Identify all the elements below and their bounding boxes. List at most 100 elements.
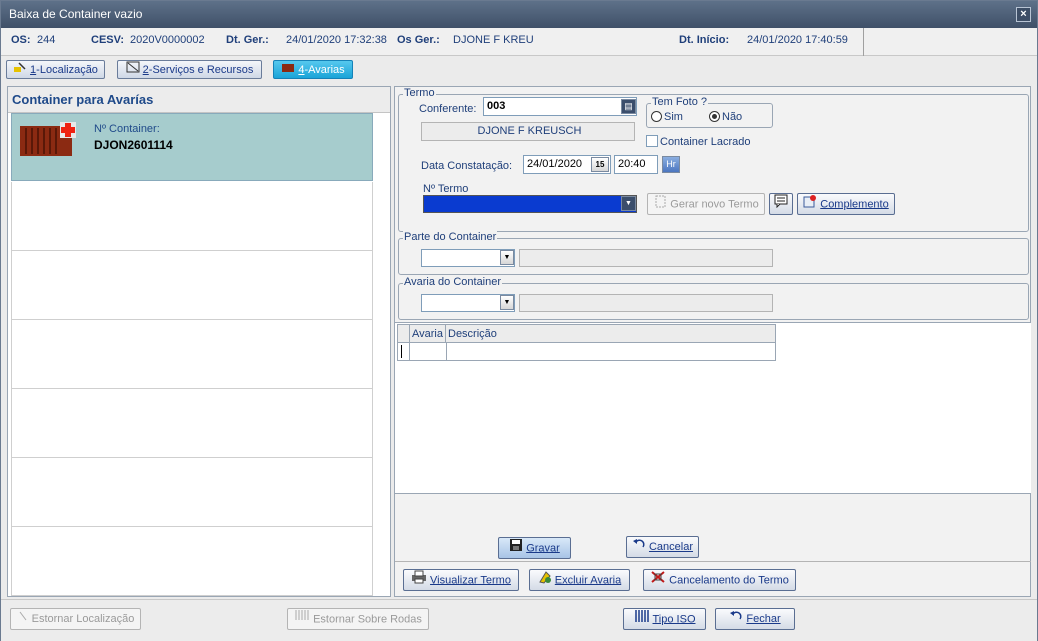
nr-termo-select[interactable] (423, 195, 637, 213)
container-list-header: Container para Avarías (8, 87, 390, 113)
container-icon (281, 61, 295, 79)
nr-termo-dropdown-icon[interactable]: ▼ (621, 196, 636, 211)
complemento-button[interactable]: Complemento (797, 193, 895, 215)
list-item (11, 182, 373, 251)
visualizar-termo-label: Visualizar Termo (430, 574, 511, 587)
tools-icon (126, 61, 140, 79)
tab-servicos-label: -Serviços e Recursos (148, 63, 254, 76)
complemento-label: Complemento (820, 198, 889, 211)
conferente-input[interactable]: 003 (483, 97, 637, 116)
comment-icon (774, 194, 788, 211)
estornar-rodas-button[interactable]: Estornar Sobre Rodas (287, 608, 429, 630)
save-icon (509, 538, 523, 559)
nao-label: Não (722, 111, 743, 123)
dtger-label: Dt. Ger.: (226, 34, 269, 46)
list-item (11, 251, 373, 320)
comment-button[interactable] (769, 193, 793, 215)
avaria-description (519, 294, 773, 312)
delete-icon (538, 570, 552, 591)
hora-input[interactable]: 20:40 (614, 155, 658, 174)
container-lacrado-checkbox[interactable] (646, 135, 658, 147)
conferente-label: Conferente: (419, 103, 477, 115)
grid-col-avaria[interactable]: Avaria (410, 325, 446, 343)
undo-icon (632, 537, 646, 557)
tab-localizacao-label: -Localização (36, 63, 98, 76)
window-title: Baixa de Container vazio (9, 7, 143, 21)
grid-row-divider (446, 343, 447, 360)
undo-icon (17, 609, 29, 629)
estornar-rodas-label: Estornar Sobre Rodas (313, 613, 422, 626)
os-value: 244 (37, 34, 56, 46)
sim-radio[interactable] (651, 111, 662, 122)
new-document-icon (653, 194, 667, 215)
container-list-panel: Container para Avarías Nº Container: DJO… (7, 86, 391, 597)
avaria-dropdown-icon[interactable]: ▼ (500, 295, 514, 310)
barcode-icon (634, 609, 650, 630)
container-number: DJON2601114 (94, 138, 173, 152)
damaged-container-icon (20, 120, 80, 163)
bottom-bar: Estornar Localização Estornar Sobre Roda… (1, 599, 1037, 641)
tipo-iso-button[interactable]: Tipo ISO (623, 608, 706, 630)
cancelar-label: Cancelar (648, 541, 694, 553)
cancelar-button[interactable]: Cancelar (626, 536, 699, 558)
dtger-value: 24/01/2020 17:32:38 (286, 34, 387, 46)
tab-servicos[interactable]: 2-Serviços e Recursos (117, 60, 262, 79)
excluir-avaria-button[interactable]: Excluir Avaria (529, 569, 630, 591)
gravar-button[interactable]: Gravar (498, 537, 571, 559)
hora-button[interactable]: Hr (662, 156, 680, 173)
termo-group-title: Termo (403, 87, 436, 99)
avaria-form-panel: Termo Conferente: 003 ▤ DJONE F KREUSCH … (394, 86, 1031, 597)
tipo-iso-label: Tipo ISO (652, 613, 696, 626)
tem-foto-title: Tem Foto ? (651, 96, 709, 108)
container-number-label: Nº Container: (94, 123, 160, 135)
gravar-label: Gravar (526, 542, 560, 555)
actions-divider (395, 561, 1031, 562)
sim-label: Sim (664, 111, 683, 123)
gerar-novo-termo-label: Gerar novo Termo (670, 198, 759, 211)
nao-radio[interactable] (709, 111, 720, 122)
list-item (11, 458, 373, 527)
grid-table: Avaria Descrição (397, 324, 776, 361)
undo-icon (729, 609, 743, 629)
complemento-icon (803, 194, 817, 215)
dtinicio-value: 24/01/2020 17:40:59 (747, 34, 848, 46)
grid-col-descricao[interactable]: Descrição (446, 325, 775, 343)
cancelamento-termo-label: Cancelamento do Termo (669, 574, 789, 587)
parte-dropdown-icon[interactable]: ▼ (500, 250, 514, 265)
osger-label: Os Ger.: (397, 34, 440, 46)
os-label: OS: (11, 34, 31, 46)
nr-termo-label: Nº Termo (423, 183, 469, 195)
cesv-label: CESV: (91, 34, 125, 46)
info-bar: OS: 244 CESV: 2020V0000002 Dt. Ger.: 24/… (1, 28, 1037, 56)
parte-group: Parte do Container ▼ (398, 231, 1029, 275)
gerar-novo-termo-button[interactable]: Gerar novo Termo (647, 193, 765, 215)
tab-avarias-label: -Avarias (304, 63, 345, 76)
cesv-value: 2020V0000002 (130, 34, 205, 46)
title-bar: Baixa de Container vazio × (1, 1, 1037, 28)
fechar-button[interactable]: Fechar (715, 608, 795, 630)
info-divider (863, 28, 864, 56)
cancelamento-termo-button[interactable]: Cancelamento do Termo (643, 569, 796, 591)
container-card[interactable]: Nº Container: DJON2601114 (11, 113, 373, 181)
parte-description (519, 249, 773, 267)
tab-avarias[interactable]: 4-Avarias (273, 60, 353, 79)
fechar-label: Fechar (746, 613, 781, 625)
avaria-group-title: Avaria do Container (403, 276, 503, 288)
pin-icon (13, 61, 27, 79)
list-item (11, 527, 373, 596)
printer-icon (411, 570, 427, 591)
estornar-localizacao-button[interactable]: Estornar Localização (10, 608, 141, 630)
conferente-lookup-button[interactable]: ▤ (621, 99, 636, 114)
parte-group-title: Parte do Container (403, 231, 498, 243)
close-button[interactable]: × (1016, 7, 1031, 22)
cancel-document-icon (650, 570, 666, 591)
excluir-avaria-label: Excluir Avaria (554, 574, 622, 587)
list-item (11, 320, 373, 389)
calendar-icon[interactable]: 15 (591, 157, 609, 172)
visualizar-termo-button[interactable]: Visualizar Termo (403, 569, 519, 591)
tem-foto-group: Tem Foto ? Sim Não (646, 96, 773, 128)
dtinicio-label: Dt. Início: (679, 34, 730, 46)
avarias-grid: Avaria Descrição (395, 322, 1031, 494)
tab-localizacao[interactable]: 1-Localização (6, 60, 105, 79)
grid-corner (398, 325, 410, 343)
